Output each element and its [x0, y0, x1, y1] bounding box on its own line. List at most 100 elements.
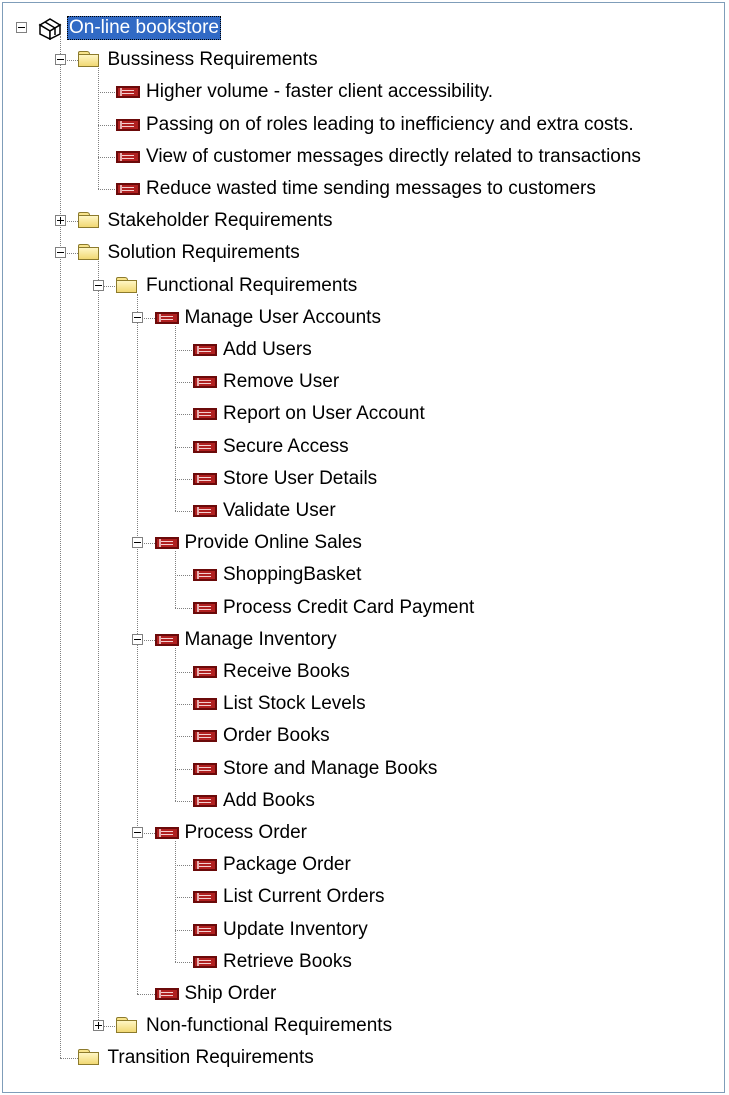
tree-node-retrieve-books[interactable]: Retrieve Books — [3, 947, 723, 977]
requirement-icon — [193, 376, 217, 389]
tree-node-label: Process Order — [184, 822, 307, 843]
folder-icon — [77, 1049, 100, 1066]
tree-node-list-stock-levels[interactable]: List Stock Levels — [3, 689, 723, 719]
tree-node-label: Provide Online Sales — [184, 532, 362, 554]
tree-node-label: Order Books — [223, 725, 330, 747]
collapse-minus-icon[interactable] — [131, 311, 143, 323]
tree-node-label: Process Credit Card Payment — [223, 596, 475, 618]
folder-icon — [116, 276, 138, 294]
requirement-icon — [154, 537, 179, 550]
tree-node-label: Transition Requirements — [107, 1047, 314, 1069]
tree-node-manage-user-accounts[interactable]: Manage User Accounts — [3, 303, 723, 333]
tree-node-on-line-bookstore[interactable]: On-line bookstore — [3, 13, 723, 43]
tree-node-label: Store and Manage Books — [223, 757, 438, 779]
tree-node-label: Non-functional Requirements — [146, 1015, 393, 1037]
tree-node-label: View of customer messages directly relat… — [146, 145, 641, 167]
requirement-icon — [193, 923, 217, 936]
requirement-icon — [116, 150, 140, 163]
tree-node-update-inventory[interactable]: Update Inventory — [3, 915, 723, 945]
folder-icon — [77, 212, 100, 229]
tree-node-label: Stakeholder Requirements — [107, 210, 333, 232]
tree-node-label: List Stock Levels — [223, 693, 366, 715]
tree-node-transition-requirements[interactable]: Transition Requirements — [3, 1043, 723, 1073]
tree-node-passing-on-of-roles-leading-to-inefficiency-and-extra-costs[interactable]: Passing on of roles leading to inefficie… — [3, 110, 723, 140]
requirement-icon — [154, 311, 179, 324]
requirement-icon — [193, 472, 217, 485]
tree-node-reduce-wasted-time-sending-messages-to-customers[interactable]: Reduce wasted time sending messages to c… — [3, 174, 723, 204]
requirement-icon — [193, 794, 217, 807]
tree-node-bussiness-requirements[interactable]: Bussiness Requirements — [3, 45, 723, 75]
requirement-icon — [116, 86, 140, 99]
tree-node-label: Reduce wasted time sending messages to c… — [146, 178, 596, 199]
collapse-minus-icon[interactable] — [54, 54, 66, 66]
tree-node-label: Bussiness Requirements — [107, 49, 318, 71]
requirement-icon — [193, 601, 217, 614]
expand-plus-icon[interactable] — [93, 1020, 104, 1032]
tree-node-functional-requirements[interactable]: Functional Requirements — [3, 271, 723, 301]
tree-node-label: Ship Order — [184, 983, 277, 1004]
tree-node-label: Validate User — [223, 500, 336, 521]
folder-icon — [77, 244, 100, 261]
tree-node-label: Add Books — [223, 789, 315, 811]
tree-node-store-and-manage-books[interactable]: Store and Manage Books — [3, 754, 723, 784]
tree-node-non-functional-requirements[interactable]: Non-functional Requirements — [3, 1011, 723, 1041]
tree-node-label: Manage Inventory — [184, 628, 337, 650]
requirement-icon — [193, 666, 217, 678]
requirement-icon — [116, 183, 140, 195]
requirement-icon — [154, 988, 179, 1000]
tree-node-receive-books[interactable]: Receive Books — [3, 657, 723, 687]
tree-node-stakeholder-requirements[interactable]: Stakeholder Requirements — [3, 206, 723, 236]
collapse-minus-icon[interactable] — [16, 22, 27, 33]
folder-icon — [77, 51, 100, 68]
tree-node-view-of-customer-messages-directly-related-to-transactions[interactable]: View of customer messages directly relat… — [3, 142, 723, 172]
tree-node-label: Functional Requirements — [146, 274, 358, 296]
tree-node-store-user-details[interactable]: Store User Details — [3, 464, 723, 494]
tree-node-ship-order[interactable]: Ship Order — [3, 979, 723, 1009]
tree-node-label: Passing on of roles leading to inefficie… — [146, 113, 634, 135]
expand-plus-icon[interactable] — [54, 215, 66, 227]
tree-node-report-on-user-account[interactable]: Report on User Account — [3, 399, 723, 429]
requirement-icon — [193, 344, 217, 356]
tree-node-label: Solution Requirements — [107, 242, 300, 264]
tree-node-process-order[interactable]: Process Order — [3, 818, 723, 848]
tree-node-higher-volume-faster-client-accessibility[interactable]: Higher volume - faster client accessibil… — [3, 77, 723, 107]
requirement-icon — [193, 408, 217, 421]
tree-node-secure-access[interactable]: Secure Access — [3, 432, 723, 462]
tree-node-provide-online-sales[interactable]: Provide Online Sales — [3, 528, 723, 558]
tree-node-add-users[interactable]: Add Users — [3, 335, 723, 365]
tree-node-order-books[interactable]: Order Books — [3, 721, 723, 751]
requirement-icon — [154, 827, 179, 839]
tree-node-label: Remove User — [223, 371, 340, 393]
requirements-tree-panel[interactable]: On-line bookstore Bussiness Requirements H… — [2, 2, 725, 1093]
tree-node-process-credit-card-payment[interactable]: Process Credit Card Payment — [3, 593, 723, 623]
tree-node-shoppingbasket[interactable]: ShoppingBasket — [3, 560, 723, 590]
tree-node-add-books[interactable]: Add Books — [3, 786, 723, 816]
collapse-minus-icon[interactable] — [54, 247, 66, 259]
requirement-icon — [193, 762, 217, 775]
requirement-icon — [193, 859, 217, 872]
tree-node-validate-user[interactable]: Validate User — [3, 496, 723, 526]
tree-node-package-order[interactable]: Package Order — [3, 850, 723, 880]
tree-node-label: Update Inventory — [223, 918, 368, 940]
collapse-minus-icon[interactable] — [131, 827, 143, 838]
tree-node-label: Receive Books — [223, 661, 350, 682]
tree-node-label: Secure Access — [223, 435, 349, 457]
tree-node-label: On-line bookstore — [67, 16, 221, 40]
tree-node-manage-inventory[interactable]: Manage Inventory — [3, 625, 723, 655]
folder-icon — [116, 1017, 138, 1034]
collapse-minus-icon[interactable] — [93, 279, 104, 291]
tree-node-solution-requirements[interactable]: Solution Requirements — [3, 238, 723, 268]
package-icon — [37, 16, 63, 41]
tree-node-remove-user[interactable]: Remove User — [3, 367, 723, 397]
requirement-icon — [193, 569, 217, 582]
tree-node-list-current-orders[interactable]: List Current Orders — [3, 882, 723, 912]
requirement-icon — [193, 955, 217, 968]
tree-node-label: Add Users — [223, 339, 312, 360]
collapse-minus-icon[interactable] — [131, 633, 143, 645]
collapse-minus-icon[interactable] — [131, 537, 143, 549]
requirements-tree: On-line bookstore Bussiness Requirements H… — [3, 3, 724, 1092]
tree-node-label: Store User Details — [223, 467, 378, 489]
tree-node-label: ShoppingBasket — [223, 564, 362, 586]
requirement-icon — [193, 505, 217, 517]
requirement-icon — [116, 118, 140, 131]
